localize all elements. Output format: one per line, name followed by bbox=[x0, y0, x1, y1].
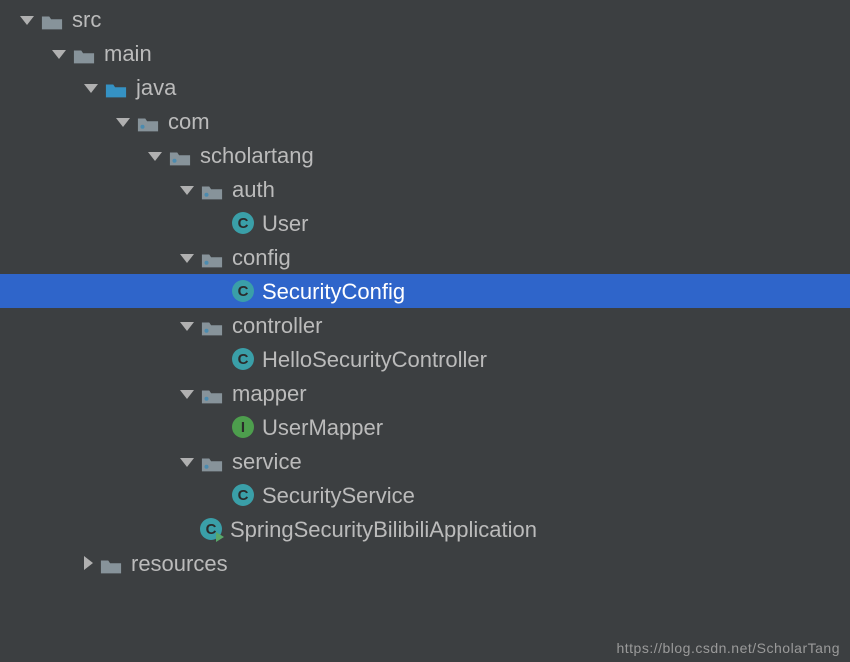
arrow-spacer bbox=[212, 488, 226, 502]
runnable-class-icon: C bbox=[200, 518, 222, 540]
tree-item-label: src bbox=[72, 5, 101, 33]
tree-item-label: SecurityConfig bbox=[262, 277, 405, 305]
interface-icon: I bbox=[232, 416, 254, 438]
tree-item-label: UserMapper bbox=[262, 413, 383, 441]
chevron-down-icon[interactable] bbox=[180, 458, 194, 467]
chevron-down-icon[interactable] bbox=[180, 390, 194, 399]
class-icon: C bbox=[232, 348, 254, 370]
project-tree: srcmain java com scholartang auth C User config… bbox=[0, 0, 850, 580]
tree-item[interactable]: C SecurityConfig bbox=[0, 274, 850, 308]
tree-item-label: service bbox=[232, 447, 302, 475]
tree-item-label: main bbox=[104, 39, 152, 67]
arrow-spacer bbox=[180, 522, 194, 536]
package-icon bbox=[200, 248, 224, 266]
tree-item-label: java bbox=[136, 73, 176, 101]
tree-item-label: mapper bbox=[232, 379, 307, 407]
tree-item-label: auth bbox=[232, 175, 275, 203]
tree-item-label: scholartang bbox=[200, 141, 314, 169]
package-icon bbox=[200, 316, 224, 334]
chevron-down-icon[interactable] bbox=[180, 254, 194, 263]
chevron-down-icon[interactable] bbox=[180, 322, 194, 331]
chevron-down-icon[interactable] bbox=[148, 152, 162, 161]
package-icon bbox=[168, 146, 192, 164]
tree-item[interactable]: I UserMapper bbox=[0, 410, 850, 444]
package-icon bbox=[136, 112, 160, 130]
tree-item[interactable]: service bbox=[0, 444, 850, 478]
chevron-down-icon[interactable] bbox=[116, 118, 130, 127]
package-icon bbox=[200, 452, 224, 470]
tree-item-label: resources bbox=[131, 549, 228, 577]
tree-item[interactable]: controller bbox=[0, 308, 850, 342]
chevron-down-icon[interactable] bbox=[52, 50, 66, 59]
tree-item[interactable]: C SpringSecurityBilibiliApplication bbox=[0, 512, 850, 546]
chevron-down-icon[interactable] bbox=[180, 186, 194, 195]
tree-item-label: SecurityService bbox=[262, 481, 415, 509]
class-icon: C bbox=[232, 212, 254, 234]
chevron-right-icon[interactable] bbox=[84, 556, 93, 570]
arrow-spacer bbox=[212, 352, 226, 366]
tree-item-label: User bbox=[262, 209, 308, 237]
tree-item[interactable]: mapper bbox=[0, 376, 850, 410]
tree-item[interactable]: C HelloSecurityController bbox=[0, 342, 850, 376]
watermark: https://blog.csdn.net/ScholarTang bbox=[616, 640, 840, 656]
tree-item-label: SpringSecurityBilibiliApplication bbox=[230, 515, 537, 543]
folder-icon bbox=[40, 10, 64, 28]
folder-icon bbox=[72, 44, 96, 62]
tree-item[interactable]: C SecurityService bbox=[0, 478, 850, 512]
tree-item-label: config bbox=[232, 243, 291, 271]
tree-item-label: com bbox=[168, 107, 210, 135]
folder-icon bbox=[99, 554, 123, 572]
package-icon bbox=[200, 384, 224, 402]
tree-item[interactable]: C User bbox=[0, 206, 850, 240]
arrow-spacer bbox=[212, 216, 226, 230]
tree-item[interactable]: java bbox=[0, 70, 850, 104]
arrow-spacer bbox=[212, 284, 226, 298]
tree-item[interactable]: config bbox=[0, 240, 850, 274]
tree-item[interactable]: main bbox=[0, 36, 850, 70]
tree-item-label: HelloSecurityController bbox=[262, 345, 487, 373]
chevron-down-icon[interactable] bbox=[84, 84, 98, 93]
tree-item[interactable]: scholartang bbox=[0, 138, 850, 172]
tree-item[interactable]: src bbox=[0, 2, 850, 36]
tree-item[interactable]: resources bbox=[0, 546, 850, 580]
source-folder-icon bbox=[104, 78, 128, 96]
class-icon: C bbox=[232, 280, 254, 302]
package-icon bbox=[200, 180, 224, 198]
arrow-spacer bbox=[212, 420, 226, 434]
tree-item-label: controller bbox=[232, 311, 322, 339]
tree-item[interactable]: auth bbox=[0, 172, 850, 206]
tree-item[interactable]: com bbox=[0, 104, 850, 138]
class-icon: C bbox=[232, 484, 254, 506]
chevron-down-icon[interactable] bbox=[20, 16, 34, 25]
